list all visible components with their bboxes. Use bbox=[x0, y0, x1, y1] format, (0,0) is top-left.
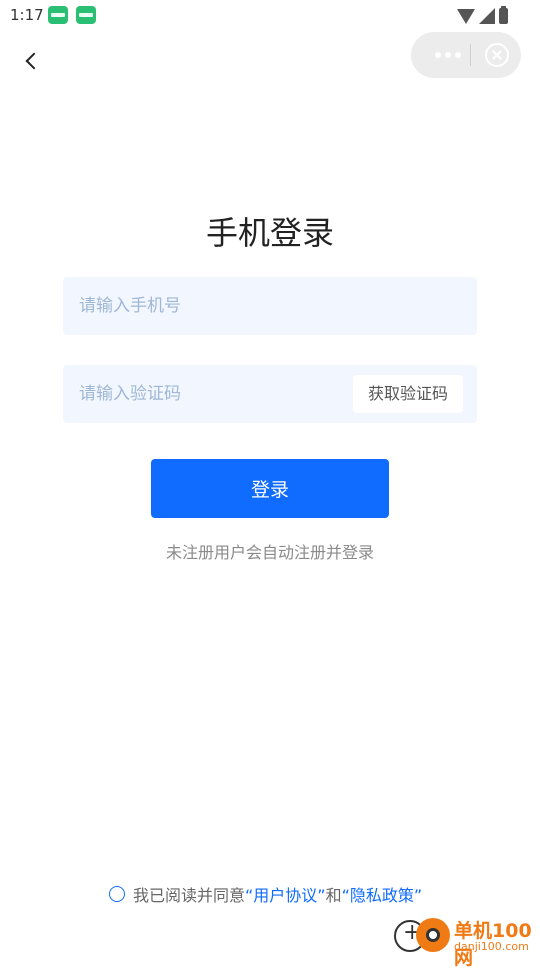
capsule-divider bbox=[470, 44, 471, 66]
agreement-conjunction: 和 bbox=[325, 886, 342, 905]
watermark-circle-icon bbox=[416, 918, 450, 952]
agreement-row: 我已阅读并同意 “用户协议” 和 “隐私政策” bbox=[109, 883, 422, 905]
battery-icon bbox=[499, 6, 508, 24]
get-code-button[interactable]: 获取验证码 bbox=[353, 375, 463, 413]
watermark-url: danji100.com bbox=[454, 940, 529, 953]
close-circle-icon[interactable] bbox=[485, 43, 509, 67]
agreement-prefix: 我已阅读并同意 bbox=[133, 886, 246, 905]
privacy-policy-link[interactable]: “隐私政策” bbox=[342, 882, 423, 906]
phone-field bbox=[63, 277, 477, 335]
phone-input[interactable] bbox=[79, 277, 459, 335]
code-field: 获取验证码 bbox=[63, 365, 477, 423]
mini-program-capsule bbox=[411, 32, 521, 78]
watermark-logo: 单机100网 danji100.com bbox=[392, 916, 540, 969]
more-dots-icon[interactable] bbox=[427, 44, 469, 66]
user-agreement-link[interactable]: “用户协议” bbox=[245, 882, 326, 906]
agree-radio[interactable] bbox=[109, 886, 125, 902]
app-notification-icon bbox=[48, 6, 68, 24]
signal-icon bbox=[479, 8, 495, 24]
status-icons bbox=[457, 6, 508, 24]
auto-register-hint: 未注册用户会自动注册并登录 bbox=[165, 543, 374, 562]
login-button[interactable]: 登录 bbox=[151, 459, 389, 518]
status-bar: 1:17 bbox=[0, 0, 540, 32]
status-time: 1:17 bbox=[10, 6, 44, 24]
back-chevron-left-icon[interactable] bbox=[20, 50, 44, 74]
app-notification-icon bbox=[76, 6, 96, 24]
wifi-icon bbox=[457, 9, 475, 24]
verification-code-input[interactable] bbox=[79, 365, 339, 423]
page-title: 手机登录 bbox=[205, 214, 334, 252]
